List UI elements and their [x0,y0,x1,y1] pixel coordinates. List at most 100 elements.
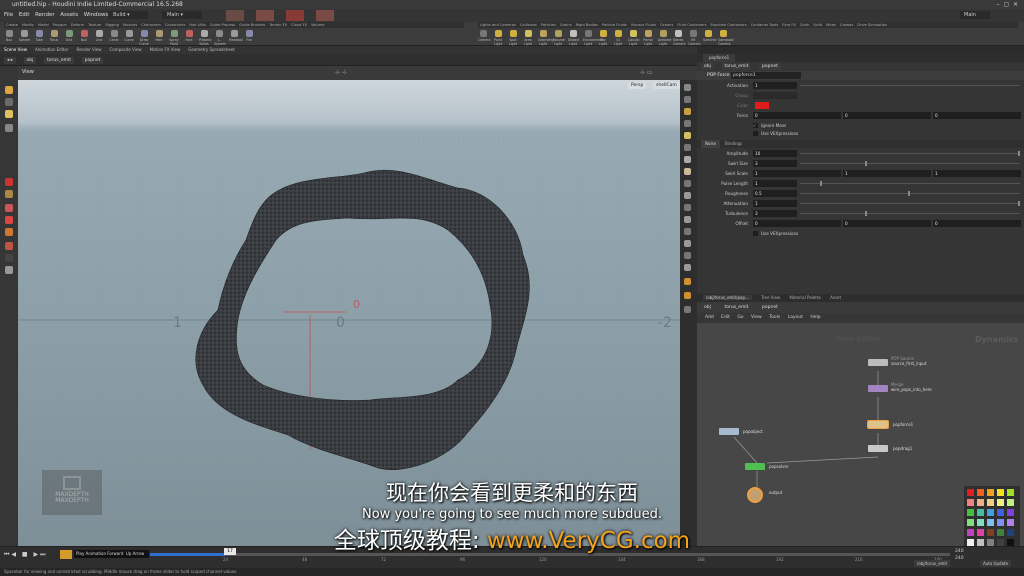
shelf-tool-l-system[interactable]: L-System [214,30,226,46]
shelf-tab[interactable]: Container Tools [751,23,779,27]
auto-update-button[interactable]: Auto Update [980,560,1012,567]
display-option-icon[interactable] [684,180,691,187]
display-option-icon[interactable] [684,108,691,115]
shelf-tool-caustic-light[interactable]: Caustic Light [628,30,640,46]
shelf-tab[interactable]: Hair Utils [189,23,205,27]
display-option-icon[interactable] [684,156,691,163]
display-option-icon[interactable] [684,120,691,127]
window-controls[interactable]: – ▢ ✕ [997,0,1018,9]
node-popforce1[interactable] [867,420,889,429]
end-frame-b[interactable]: 240 [955,556,964,561]
handle-tool-icon[interactable] [5,110,13,118]
display-option-icon[interactable] [684,168,691,175]
breadcrumb-node[interactable]: torus_emit [44,57,74,64]
net-menu-add[interactable]: Add [705,315,714,320]
rotate-icon[interactable] [5,242,13,250]
transform-tool-icon[interactable] [5,98,13,106]
display-option-icon[interactable] [684,252,691,259]
attenuation-field[interactable]: 1 [753,200,797,207]
shelf-tool-ambient-light[interactable]: Ambient Light [658,30,671,46]
shelf-tool-distant-light[interactable]: Distant Light [568,30,579,46]
activation-slider[interactable] [800,85,1020,86]
shelf-tab[interactable]: Deform [71,23,84,27]
shelf-tab[interactable]: Lights and Cameras [480,23,516,27]
shelf-tool-stereo-camera[interactable]: Stereo Camera [673,30,686,46]
shelf-tool-draw-curve[interactable]: Draw Curve [139,30,149,46]
shelf-tool-curve[interactable]: Curve [124,30,134,42]
shelf-tab[interactable]: Characters [141,23,161,27]
menu-assets[interactable]: Assets [60,9,78,22]
shelf-tab[interactable]: Terrain FX [269,23,287,27]
shelf-tab[interactable]: Constraints [165,23,186,27]
display-option-icon[interactable] [684,216,691,223]
shelf-tab[interactable]: Grains [560,23,572,27]
swirl-scale-x-field[interactable]: 1 [753,170,841,177]
roughness-slider[interactable] [800,191,1020,196]
display-option-icon[interactable] [684,306,691,313]
menu-render[interactable]: Render [35,9,55,22]
node-name-field[interactable]: popforce1 [731,72,801,79]
shelf-tool-torus[interactable]: Torus [49,30,59,42]
tab-network[interactable]: /obj/torus_emit/pop... [703,295,752,300]
net-menu-edit[interactable]: Edit [721,315,730,320]
display-option-icon[interactable] [684,228,691,235]
swirl-size-slider[interactable] [800,161,1020,166]
shelf-tab[interactable]: Model [38,23,49,27]
breadcrumb-obj[interactable]: obj [701,63,714,70]
display-option-icon[interactable] [684,132,691,139]
shelf-tool-sky-light[interactable]: Sky Light [598,30,608,46]
tab-asset[interactable]: Asset [830,295,841,300]
tab-motion-fx-view[interactable]: Motion FX View [150,47,181,52]
activation-field[interactable]: 1 [753,82,797,89]
use-vex-checkbox[interactable] [753,131,758,136]
shelf-tab[interactable]: Rigid Bodies [576,23,598,27]
shelf-tab[interactable]: Pyro FX [782,23,796,27]
camera-menu[interactable]: shellCam [653,82,680,89]
display-option-icon[interactable] [684,96,691,103]
shelf-tab[interactable]: Viscous Fluids [631,23,656,27]
desktop-build-selector[interactable]: Build ▾ [108,11,148,19]
shelf-tool-volume-light[interactable]: Volume Light [553,30,565,46]
breadcrumb-obj[interactable]: obj [701,304,714,311]
shelf-tool-environment-light[interactable]: Environment Light [583,30,603,46]
display-option-icon[interactable] [684,240,691,247]
viewport-options-icon[interactable]: ⊹ ▭ [640,69,653,76]
shelf-tool-grid[interactable]: Grid [64,30,74,42]
shelf-tab[interactable]: Volume [311,23,324,27]
shelf-tab[interactable]: Muscles [123,23,137,27]
back-button[interactable]: ◂ ▸ [4,57,16,64]
shelf-tool-spot-light[interactable]: Spot Light [508,30,518,46]
right-desktop-selector[interactable]: Main [960,11,990,19]
shelf-tool-area-light[interactable]: Area Light [523,30,533,46]
shelf-tab[interactable]: Fluid Containers [677,23,706,27]
pulse-length-field[interactable]: 1 [753,180,797,187]
pulse-length-slider[interactable] [800,181,1020,186]
shelf-tab[interactable]: Particle Fluids [602,23,627,27]
force-z-field[interactable]: 0 [933,112,1021,119]
display-option-icon[interactable] [684,192,691,199]
display-option-icon[interactable] [684,144,691,151]
render-icon[interactable] [5,266,13,274]
shelf-tab[interactable]: Oceans [660,23,673,27]
breadcrumb-node[interactable]: torus_emit [721,63,752,70]
shelf-tab[interactable]: Wires [826,23,836,27]
force-y-field[interactable]: 0 [843,112,931,119]
net-menu-layout[interactable]: Layout [788,315,803,320]
roughness-field[interactable]: 0.5 [753,190,797,197]
tab-bindings[interactable]: Bindings [721,140,746,148]
node-popobject[interactable] [719,428,739,435]
ruler-icon[interactable] [5,204,13,212]
tab-material-palette[interactable]: Material Palette [789,295,820,300]
shelf-tool-metaball[interactable]: Metaball [229,30,243,42]
menu-edit[interactable]: Edit [19,9,30,22]
tab-animation-editor[interactable]: Animation Editor [35,47,69,52]
swirl-scale-z-field[interactable]: 1 [933,170,1021,177]
pose-tool-icon[interactable] [5,124,13,132]
shelf-tool-gi-light[interactable]: GI Light [613,30,623,46]
shelf-tab[interactable]: Drive Simulation [857,23,887,27]
amplitude-slider[interactable] [800,151,1020,156]
shelf-tab[interactable]: Guide Process [210,23,235,27]
tab-noise[interactable]: Noise [701,140,721,148]
tab-scene-view[interactable]: Scene View [4,47,27,52]
magnet-icon[interactable] [5,178,13,186]
